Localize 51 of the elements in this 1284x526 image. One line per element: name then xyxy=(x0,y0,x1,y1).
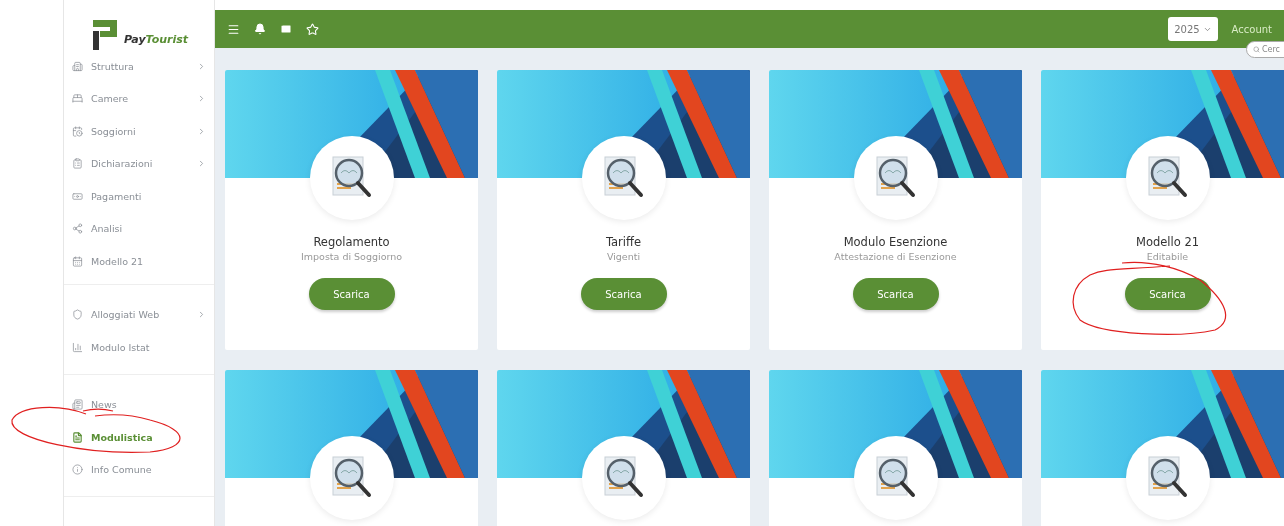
sidebar-item[interactable]: Struttura xyxy=(64,50,214,83)
file-icon xyxy=(72,431,83,443)
search-icon xyxy=(1253,46,1260,53)
download-button[interactable]: Scarica xyxy=(580,278,667,310)
chevron-right-icon xyxy=(197,126,206,136)
sidebar-item[interactable]: News xyxy=(64,388,214,421)
card-title: Regolamento xyxy=(313,235,390,249)
bar-chart-icon xyxy=(72,341,83,353)
underline-annotation xyxy=(82,408,114,412)
year-select[interactable]: 2025 xyxy=(1168,17,1218,41)
logo-text: PayTourist xyxy=(123,33,189,48)
sidebar-item[interactable]: Info Comune xyxy=(64,453,214,486)
sidebar-item[interactable]: Soggiorni xyxy=(64,115,214,148)
shield-icon xyxy=(72,309,83,321)
chevron-right-icon xyxy=(197,159,206,169)
nodes-icon xyxy=(72,223,83,235)
download-button[interactable]: Scarica xyxy=(308,278,395,310)
clipboard-icon xyxy=(72,158,83,170)
download-button[interactable]: Scarica xyxy=(852,278,939,310)
bell-icon[interactable] xyxy=(254,23,266,35)
building-icon xyxy=(72,60,83,72)
sidebar-item[interactable]: Modulo Istat xyxy=(64,331,214,364)
newspaper-icon xyxy=(72,399,83,411)
sidebar-item[interactable]: Alloggiati Web xyxy=(64,298,214,331)
calendar-icon xyxy=(72,125,83,137)
download-button[interactable]: Scarica xyxy=(1124,278,1211,310)
star-icon[interactable] xyxy=(306,22,319,36)
card-subtitle: Imposta di Soggiorno xyxy=(301,251,402,262)
bed-icon xyxy=(72,93,83,105)
search-field[interactable]: Cerc xyxy=(1246,41,1284,58)
sidebar-item[interactable]: Modulistica xyxy=(64,421,214,454)
sidebar-item[interactable]: Camere xyxy=(64,82,214,115)
mail-icon[interactable] xyxy=(280,23,292,35)
sidebar-item[interactable]: Modello 21 xyxy=(64,245,214,278)
chevron-right-icon xyxy=(197,94,206,104)
menu-icon[interactable] xyxy=(227,22,240,36)
info-icon xyxy=(72,464,83,476)
sidebar-item[interactable]: Pagamenti xyxy=(64,180,214,213)
sidebar-item[interactable]: Dichiarazioni xyxy=(64,147,214,180)
chevron-right-icon xyxy=(197,61,206,71)
card-subtitle: Attestazione di Esenzione xyxy=(834,251,957,262)
card-subtitle: Editabile xyxy=(1146,251,1189,262)
calendar-icon xyxy=(72,255,83,267)
banknote-icon xyxy=(72,190,83,202)
sidebar-item[interactable]: Analisi xyxy=(64,212,214,245)
account-menu[interactable]: Account xyxy=(1231,23,1272,35)
card-title: Modello 21 xyxy=(1135,235,1200,249)
card-subtitle: Vigenti xyxy=(606,251,641,262)
card-title: Modulo Esenzione xyxy=(843,235,948,249)
card-title: Tariffe xyxy=(605,235,642,249)
chevron-right-icon xyxy=(197,310,206,320)
